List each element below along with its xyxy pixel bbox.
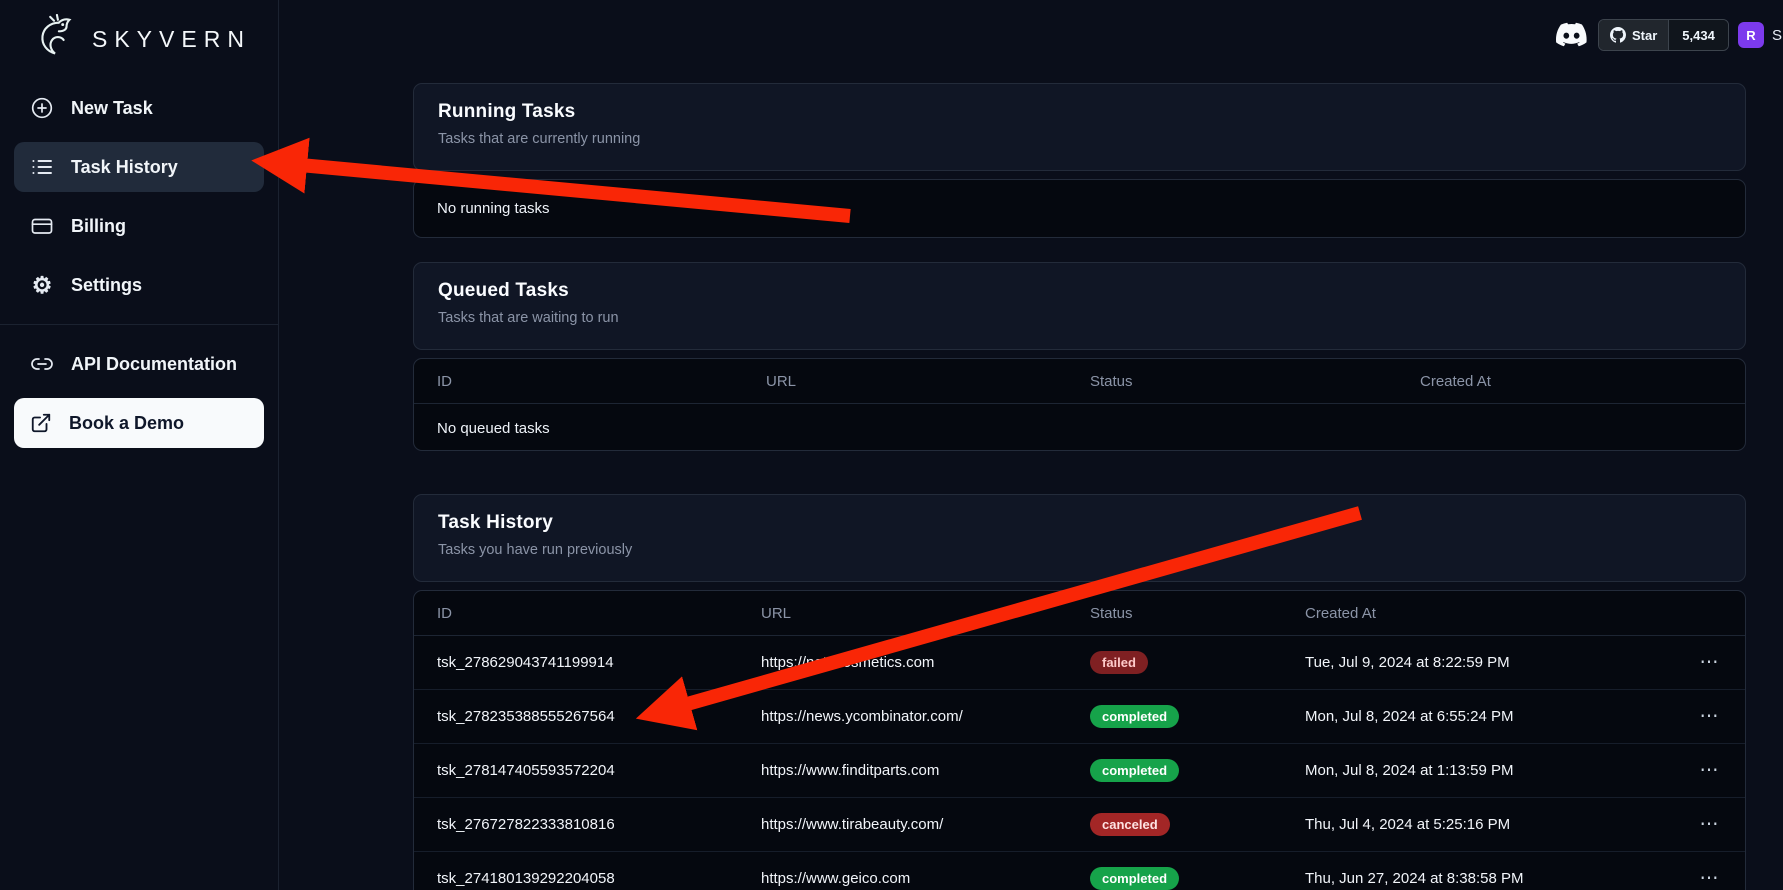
queued-tasks-table: ID URL Status Created At No queued tasks: [413, 358, 1746, 451]
star-count-value: 5,434: [1682, 28, 1715, 43]
task-history-subtitle: Tasks you have run previously: [438, 542, 1721, 558]
column-header-url: URL: [766, 373, 1090, 390]
skyvern-logo-icon: [30, 14, 80, 64]
column-header-url: URL: [761, 605, 1090, 622]
queued-tasks-header: Queued Tasks Tasks that are waiting to r…: [413, 262, 1746, 350]
sidebar-item-label: API Documentation: [71, 354, 237, 375]
cell-id: tsk_274180139292204058: [437, 870, 761, 887]
queued-tasks-subtitle: Tasks that are waiting to run: [438, 310, 1721, 326]
cell-id: tsk_276727822333810816: [437, 816, 761, 833]
sidebar-item-label: New Task: [71, 98, 153, 119]
cell-url: https://news.ycombinator.com/: [761, 708, 1090, 725]
cell-created: Mon, Jul 8, 2024 at 1:13:59 PM: [1305, 762, 1675, 779]
row-menu-button[interactable]: ⋯: [1675, 651, 1745, 674]
sidebar-item-task-history[interactable]: Task History: [14, 142, 264, 192]
gear-icon: ⚙: [30, 273, 54, 297]
table-row[interactable]: tsk_276727822333810816 https://www.tirab…: [414, 798, 1745, 852]
row-menu-button[interactable]: ⋯: [1675, 813, 1745, 836]
task-history-title: Task History: [438, 512, 1721, 534]
logo: SKYVERN: [0, 0, 278, 64]
cell-url: https://www.geico.com: [761, 870, 1090, 887]
column-header-created-at: Created At: [1305, 605, 1675, 622]
column-header-created-at: Created At: [1420, 373, 1745, 390]
cell-url: https://notecosmetics.com: [761, 654, 1090, 671]
sidebar-nav: New Task Task History Billing ⚙ Settings: [0, 83, 278, 457]
sidebar-item-label: Task History: [71, 157, 178, 178]
avatar[interactable]: R: [1738, 22, 1764, 48]
running-tasks-header: Running Tasks Tasks that are currently r…: [413, 83, 1746, 171]
queued-table-header-row: ID URL Status Created At: [414, 359, 1745, 404]
sidebar-item-new-task[interactable]: New Task: [14, 83, 264, 133]
history-table-header-row: ID URL Status Created At: [414, 591, 1745, 636]
credit-card-icon: [30, 214, 54, 238]
status-badge: completed: [1090, 759, 1179, 782]
cell-id: tsk_278147405593572204: [437, 762, 761, 779]
sidebar-item-label: Book a Demo: [69, 413, 184, 434]
brand-name: SKYVERN: [92, 26, 251, 53]
github-star-widget[interactable]: Star 5,434: [1598, 19, 1729, 51]
github-star-button[interactable]: Star: [1599, 20, 1668, 50]
external-link-icon: [30, 412, 52, 434]
column-header-status: Status: [1090, 605, 1305, 622]
column-header-id: ID: [437, 605, 761, 622]
status-badge: completed: [1090, 705, 1179, 728]
sidebar-item-api-documentation[interactable]: API Documentation: [14, 339, 264, 389]
running-tasks-empty: No running tasks: [414, 180, 1745, 237]
row-menu-button[interactable]: ⋯: [1675, 867, 1745, 890]
queued-tasks-title: Queued Tasks: [438, 280, 1721, 302]
running-tasks-title: Running Tasks: [438, 101, 1721, 123]
running-tasks-body: No running tasks: [413, 179, 1746, 238]
running-tasks-subtitle: Tasks that are currently running: [438, 131, 1721, 147]
table-row[interactable]: tsk_278147405593572204 https://www.findi…: [414, 744, 1745, 798]
column-header-status: Status: [1090, 373, 1420, 390]
sidebar: SKYVERN New Task Task History: [0, 0, 279, 890]
cell-created: Tue, Jul 9, 2024 at 8:22:59 PM: [1305, 654, 1675, 671]
link-icon: [30, 352, 54, 376]
cell-id: tsk_278235388555267564: [437, 708, 761, 725]
avatar-initial: R: [1746, 28, 1755, 43]
clipped-user-text: S: [1772, 27, 1782, 44]
task-history-header: Task History Tasks you have run previous…: [413, 494, 1746, 582]
queued-tasks-empty: No queued tasks: [414, 404, 1745, 451]
table-row[interactable]: tsk_278235388555267564 https://news.ycom…: [414, 690, 1745, 744]
table-row[interactable]: tsk_278629043741199914 https://notecosme…: [414, 636, 1745, 690]
discord-icon[interactable]: [1556, 19, 1587, 50]
app-root: SKYVERN New Task Task History: [0, 0, 1783, 890]
sidebar-item-label: Settings: [71, 275, 142, 296]
cell-created: Thu, Jun 27, 2024 at 8:38:58 PM: [1305, 870, 1675, 887]
github-star-count[interactable]: 5,434: [1668, 20, 1728, 50]
row-menu-button[interactable]: ⋯: [1675, 759, 1745, 782]
github-star-label: Star: [1632, 28, 1657, 43]
book-a-demo-button[interactable]: Book a Demo: [14, 398, 264, 448]
cell-url: https://www.finditparts.com: [761, 762, 1090, 779]
row-menu-button[interactable]: ⋯: [1675, 705, 1745, 728]
sidebar-item-billing[interactable]: Billing: [14, 201, 264, 251]
status-badge: completed: [1090, 867, 1179, 890]
discord-logo: [1556, 19, 1587, 50]
cell-id: tsk_278629043741199914: [437, 654, 761, 671]
history-rows: tsk_278629043741199914 https://notecosme…: [414, 636, 1745, 890]
cell-created: Mon, Jul 8, 2024 at 6:55:24 PM: [1305, 708, 1675, 725]
cell-created: Thu, Jul 4, 2024 at 5:25:16 PM: [1305, 816, 1675, 833]
sidebar-divider: [0, 324, 278, 325]
sidebar-item-settings[interactable]: ⚙ Settings: [14, 260, 264, 310]
status-badge: canceled: [1090, 813, 1170, 836]
table-row[interactable]: tsk_274180139292204058 https://www.geico…: [414, 852, 1745, 890]
plus-circle-icon: [30, 96, 54, 120]
task-history-table: ID URL Status Created At tsk_27862904374…: [413, 590, 1746, 890]
column-header-id: ID: [437, 373, 766, 390]
list-icon: [30, 155, 54, 179]
status-badge: failed: [1090, 651, 1148, 674]
cell-url: https://www.tirabeauty.com/: [761, 816, 1090, 833]
sidebar-item-label: Billing: [71, 216, 126, 237]
github-icon: [1610, 27, 1626, 43]
